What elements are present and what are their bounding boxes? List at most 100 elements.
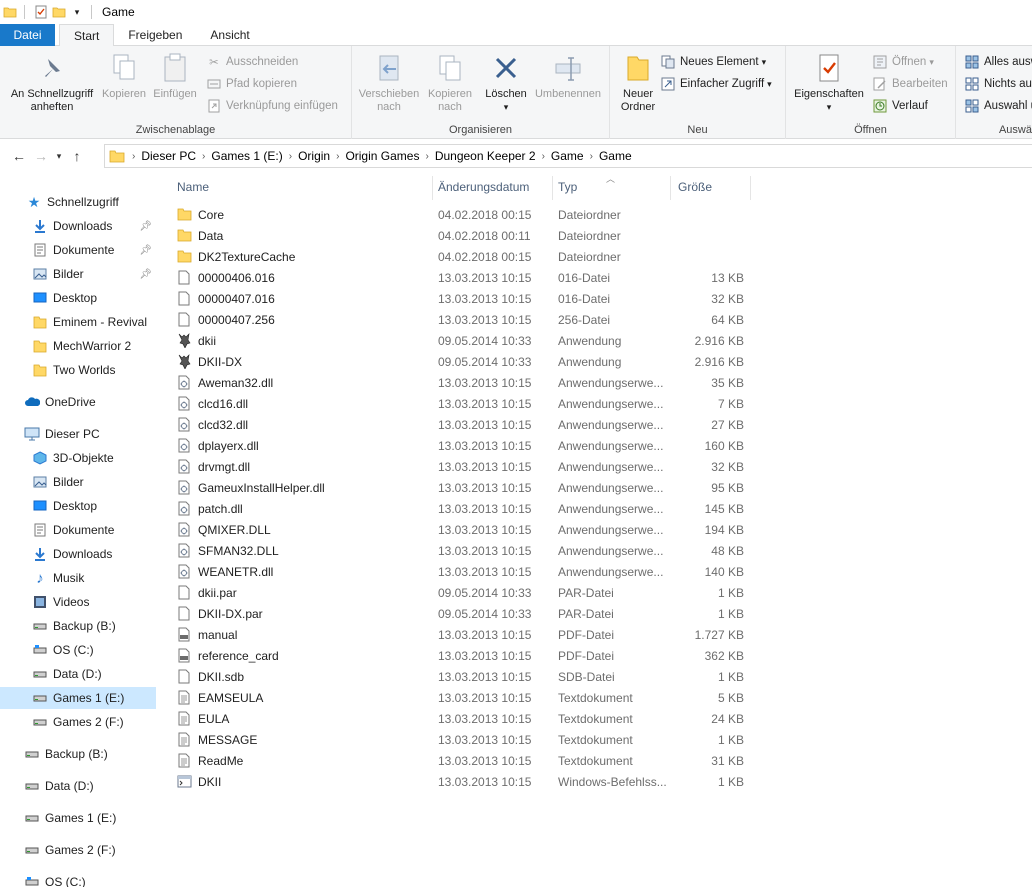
file-name-cell[interactable]: dplayerx.dll [176,438,259,454]
file-name-cell[interactable]: ReadMe [176,753,243,769]
file-name-cell[interactable]: drvmgt.dll [176,459,250,475]
file-row[interactable]: clcd32.dll 13.03.2013 10:15 Anwendungserwe… [176,414,756,435]
breadcrumb-item[interactable]: Game [596,149,635,163]
file-name-cell[interactable]: GameuxInstallHelper.dll [176,480,325,496]
column-divider[interactable] [670,176,671,200]
cut-button[interactable]: ✂ Ausschneiden [206,52,298,72]
file-name-cell[interactable]: dkii [176,333,216,349]
breadcrumb-item[interactable]: Game [548,149,587,163]
breadcrumb-item[interactable]: Origin [295,149,333,163]
nav-pc-item[interactable]: Videos [32,592,89,612]
file-row[interactable]: dkii.par 09.05.2014 10:33 PAR-Datei 1 KB [176,582,756,603]
file-row[interactable]: 00000407.256 13.03.2013 10:15 256-Datei 64 … [176,309,756,330]
file-row[interactable]: patch.dll 13.03.2013 10:15 Anwendungserwe.… [176,498,756,519]
file-row[interactable]: Aweman32.dll 13.03.2013 10:15 Anwendungser… [176,372,756,393]
history-button[interactable]: Verlauf [872,96,928,116]
file-name-cell[interactable]: EULA [176,711,229,727]
file-name-cell[interactable]: DKII [176,774,221,790]
rename-button[interactable]: Umbenennen [532,52,604,101]
nav-drive[interactable]: Games 2 (F:) [24,840,116,860]
nav-pc-item-selected[interactable]: Games 1 (E:) [0,687,156,709]
file-row[interactable]: DKII.sdb 13.03.2013 10:15 SDB-Datei 1 KB [176,666,756,687]
nav-drive[interactable]: Backup (B:) [24,744,108,764]
nav-pc-item[interactable]: ♪ Musik [32,568,84,588]
file-name-cell[interactable]: WEANETR.dll [176,564,273,580]
back-arrow-icon[interactable]: ← [8,145,30,167]
breadcrumb-separator[interactable]: › [539,151,548,162]
column-size[interactable]: Größe [678,180,712,194]
column-divider[interactable] [552,176,553,200]
nav-drive[interactable]: Games 1 (E:) [24,808,116,828]
file-name-cell[interactable]: SFMAN32.DLL [176,543,279,559]
delete-button[interactable]: Löschen ▾ [480,52,532,114]
column-type[interactable]: Typ [558,180,577,194]
nav-quick-folder[interactable]: Two Worlds [32,360,115,380]
tab-share[interactable]: Freigeben [114,24,196,46]
file-name-cell[interactable]: patch.dll [176,501,243,517]
column-divider[interactable] [750,176,751,200]
breadcrumb-separator[interactable]: › [422,151,431,162]
file-name-cell[interactable]: MESSAGE [176,732,257,748]
breadcrumb-item[interactable]: Dieser PC [138,149,199,163]
recent-locations-chevron-icon[interactable]: ▾ [52,145,66,167]
file-row[interactable]: Core 04.02.2018 00:15 Dateiordner [176,204,756,225]
new-folder-icon[interactable] [51,4,67,20]
copy-path-button[interactable]: Pfad kopieren [206,74,297,94]
properties-icon[interactable] [33,4,49,20]
column-date[interactable]: Änderungsdatum [438,180,529,194]
file-row[interactable]: WEANETR.dll 13.03.2013 10:15 Anwendungserw… [176,561,756,582]
nav-pc-item[interactable]: Backup (B:) [32,616,116,636]
chevron-down-icon[interactable]: ▾ [69,4,85,20]
nav-onedrive[interactable]: OneDrive [24,392,96,412]
copy-to-button[interactable]: Kopieren nach [422,52,478,114]
forward-arrow-icon[interactable]: → [30,145,52,167]
nav-drive[interactable]: OS (C:) [24,872,86,887]
breadcrumb-item[interactable]: Origin Games [342,149,422,163]
breadcrumb-separator[interactable]: › [587,151,596,162]
nav-pc-item[interactable]: OS (C:) [32,640,94,660]
file-name-cell[interactable]: DKII-DX.par [176,606,263,622]
nav-pc-item[interactable]: 3D-Objekte [32,448,114,468]
file-row[interactable]: dkii 09.05.2014 10:33 Anwendung 2.916 KB [176,330,756,351]
properties-button[interactable]: Eigenschaften ▾ [790,52,868,114]
file-name-cell[interactable]: manual [176,627,237,643]
nav-pc-item[interactable]: Downloads [32,544,112,564]
file-row[interactable]: Data 04.02.2018 00:11 Dateiordner [176,225,756,246]
tab-view[interactable]: Ansicht [196,24,263,46]
file-row[interactable]: DKII 13.03.2013 10:15 Windows-Befehlss... 1… [176,771,756,792]
file-name-cell[interactable]: 00000406.016 [176,270,275,286]
new-item-button[interactable]: Neues Element ▾ [660,52,766,72]
nav-quick-desktop[interactable]: Desktop [32,288,97,308]
file-row[interactable]: SFMAN32.DLL 13.03.2013 10:15 Anwendungserw… [176,540,756,561]
file-name-cell[interactable]: QMIXER.DLL [176,522,271,538]
file-row[interactable]: EAMSEULA 13.03.2013 10:15 Textdokument 5 KB [176,687,756,708]
file-name-cell[interactable]: dkii.par [176,585,237,601]
file-name-cell[interactable]: Aweman32.dll [176,375,273,391]
up-arrow-icon[interactable]: ↑ [66,145,88,167]
file-row[interactable]: GameuxInstallHelper.dll 13.03.2013 10:15 A… [176,477,756,498]
breadcrumb-separator[interactable]: › [286,151,295,162]
nav-quick-documents[interactable]: Dokumente 📌︎ [32,240,156,260]
tab-file[interactable]: Datei [0,24,55,46]
file-row[interactable]: DKII-DX 09.05.2014 10:33 Anwendung 2.916 KB [176,351,756,372]
tab-start[interactable]: Start [59,24,115,47]
breadcrumb-item[interactable]: Dungeon Keeper 2 [432,149,539,163]
edit-button[interactable]: Bearbeiten [872,74,948,94]
breadcrumb-separator[interactable]: › [333,151,342,162]
file-row[interactable]: DKII-DX.par 09.05.2014 10:33 PAR-Datei 1 KB [176,603,756,624]
address-bar[interactable]: › Dieser PC › Games 1 (E:) › Origin › Or… [104,144,1032,168]
folder-icon[interactable] [2,4,18,20]
file-row[interactable]: 00000406.016 13.03.2013 10:15 016-Datei 13 … [176,267,756,288]
file-row[interactable]: drvmgt.dll 13.03.2013 10:15 Anwendungserwe… [176,456,756,477]
nav-this-pc[interactable]: Dieser PC [24,424,100,444]
nav-pc-item[interactable]: Dokumente [32,520,114,540]
file-name-cell[interactable]: DKII.sdb [176,669,244,685]
file-row[interactable]: clcd16.dll 13.03.2013 10:15 Anwendungserwe… [176,393,756,414]
open-button[interactable]: Öffnen ▾ [872,52,934,72]
easy-access-button[interactable]: Einfacher Zugriff ▾ [660,74,772,94]
file-name-cell[interactable]: reference_card [176,648,279,664]
file-name-cell[interactable]: EAMSEULA [176,690,263,706]
nav-pc-item[interactable]: Bilder [32,472,84,492]
new-folder-button[interactable]: Neuer Ordner [614,52,662,114]
select-all-button[interactable]: Alles ausw [964,52,1032,72]
